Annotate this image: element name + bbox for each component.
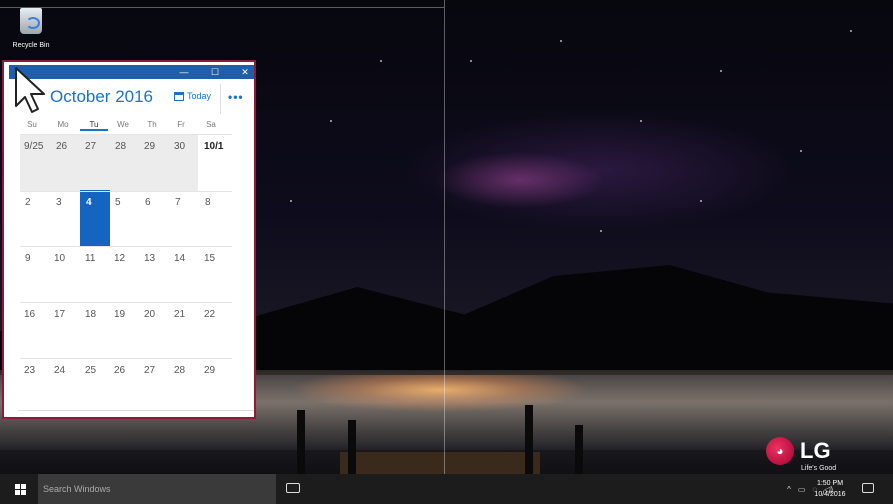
battery-icon[interactable]: ▭ <box>798 485 806 494</box>
pier-post <box>348 420 356 474</box>
task-view-icon[interactable] <box>286 483 300 493</box>
snap-divider[interactable] <box>444 0 445 474</box>
star <box>640 120 642 122</box>
star <box>800 150 802 152</box>
month-title[interactable]: October 2016 <box>50 87 153 107</box>
day-cell[interactable]: 3 <box>56 197 62 208</box>
day-cell[interactable]: 2 <box>25 197 31 208</box>
start-button[interactable] <box>0 474 40 504</box>
day-cell[interactable]: 29 <box>144 141 155 152</box>
day-cell[interactable]: 8 <box>205 197 211 208</box>
day-cell[interactable]: 17 <box>54 309 65 320</box>
star <box>330 120 332 122</box>
day-cell[interactable]: 27 <box>85 141 96 152</box>
day-cell[interactable]: 10 <box>54 253 65 264</box>
recycle-bin-label: Recycle Bin <box>12 42 50 49</box>
day-cell[interactable]: 18 <box>85 309 96 320</box>
windows-logo-icon <box>14 483 26 495</box>
grid-line <box>20 191 232 192</box>
day-cell[interactable]: 10/1 <box>204 141 223 152</box>
search-box[interactable]: Search Windows <box>38 474 276 504</box>
minimize-button[interactable]: — <box>174 65 194 79</box>
brand-logo: ◕ LG <box>766 437 831 465</box>
day-cell[interactable]: 20 <box>144 309 155 320</box>
day-cell[interactable]: 5 <box>115 197 121 208</box>
previous-month-week <box>20 134 198 191</box>
today-label: Today <box>187 91 212 101</box>
selected-day-number[interactable]: 4 <box>86 197 92 208</box>
weekday-header: Mo <box>57 120 69 129</box>
recycle-bin-shortcut[interactable]: Recycle Bin <box>8 8 54 49</box>
grid-line <box>20 134 232 135</box>
day-cell[interactable]: 22 <box>204 309 215 320</box>
calendar-icon <box>174 91 184 101</box>
day-cell[interactable]: 26 <box>114 365 125 376</box>
pier-post <box>525 405 533 474</box>
grid-line <box>20 246 232 247</box>
today-button[interactable]: Today <box>174 91 211 101</box>
weekday-header-active: Tu <box>80 120 108 131</box>
day-cell[interactable]: 30 <box>174 141 185 152</box>
maximize-button[interactable]: ☐ <box>205 65 225 79</box>
star <box>560 40 562 42</box>
day-cell[interactable]: 23 <box>24 365 35 376</box>
day-cell[interactable]: 13 <box>144 253 155 264</box>
pier-post <box>575 425 583 474</box>
star <box>700 200 702 202</box>
day-cell[interactable]: 7 <box>175 197 181 208</box>
pier <box>340 452 540 474</box>
day-cell[interactable]: 19 <box>114 309 125 320</box>
day-cell[interactable]: 21 <box>174 309 185 320</box>
show-hidden-icons-chevron-icon[interactable]: ^ <box>787 485 791 494</box>
star <box>720 70 722 72</box>
calendar-bottom-edge <box>18 410 254 417</box>
mouse-pointer-icon <box>15 67 45 113</box>
toolbar-divider <box>220 84 221 114</box>
selected-day-cell[interactable] <box>80 190 110 246</box>
day-cell[interactable]: 26 <box>56 141 67 152</box>
more-options-button[interactable]: ••• <box>228 90 244 104</box>
weekday-header: Fr <box>177 120 185 129</box>
close-button[interactable]: ✕ <box>235 65 255 79</box>
day-cell[interactable]: 24 <box>54 365 65 376</box>
pier-post <box>297 410 305 474</box>
recycle-bin-icon <box>20 8 42 34</box>
weekday-header: Su <box>27 120 37 129</box>
day-cell[interactable]: 11 <box>85 253 95 264</box>
action-center-icon[interactable] <box>862 483 874 493</box>
clock-time: 1:50 PM <box>816 480 844 487</box>
day-cell[interactable]: 6 <box>145 197 151 208</box>
weekday-header: Th <box>147 120 157 129</box>
star <box>470 60 472 62</box>
star <box>600 230 602 232</box>
snap-guide-line <box>0 7 444 8</box>
day-cell[interactable]: 12 <box>114 253 125 264</box>
star <box>380 60 382 62</box>
day-cell[interactable]: 9 <box>25 253 31 264</box>
star <box>850 30 852 32</box>
weekday-header: Sa <box>206 120 216 129</box>
day-cell[interactable]: 16 <box>24 309 35 320</box>
grid-line <box>20 358 232 359</box>
day-cell[interactable]: 14 <box>174 253 185 264</box>
day-cell[interactable]: 25 <box>85 365 96 376</box>
weekday-header: We <box>117 120 129 129</box>
day-cell[interactable]: 9/25 <box>24 141 43 152</box>
star <box>290 200 292 202</box>
day-cell[interactable]: 27 <box>144 365 155 376</box>
brand-slogan: Life's Good <box>801 465 837 472</box>
grid-line <box>20 302 232 303</box>
clock[interactable]: 1:50 PM 10/4/2016 <box>810 478 850 500</box>
day-cell[interactable]: 28 <box>115 141 126 152</box>
clock-date: 10/4/2016 <box>814 491 846 498</box>
brand-name: LG <box>800 438 831 463</box>
lg-logo-icon: ◕ <box>766 437 794 465</box>
taskbar: Search Windows ^ ▭ ◌ ◁) 1:50 PM 10/4/201… <box>0 474 893 504</box>
day-cell[interactable]: 29 <box>204 365 215 376</box>
day-cell[interactable]: 15 <box>204 253 215 264</box>
day-cell[interactable]: 28 <box>174 365 185 376</box>
